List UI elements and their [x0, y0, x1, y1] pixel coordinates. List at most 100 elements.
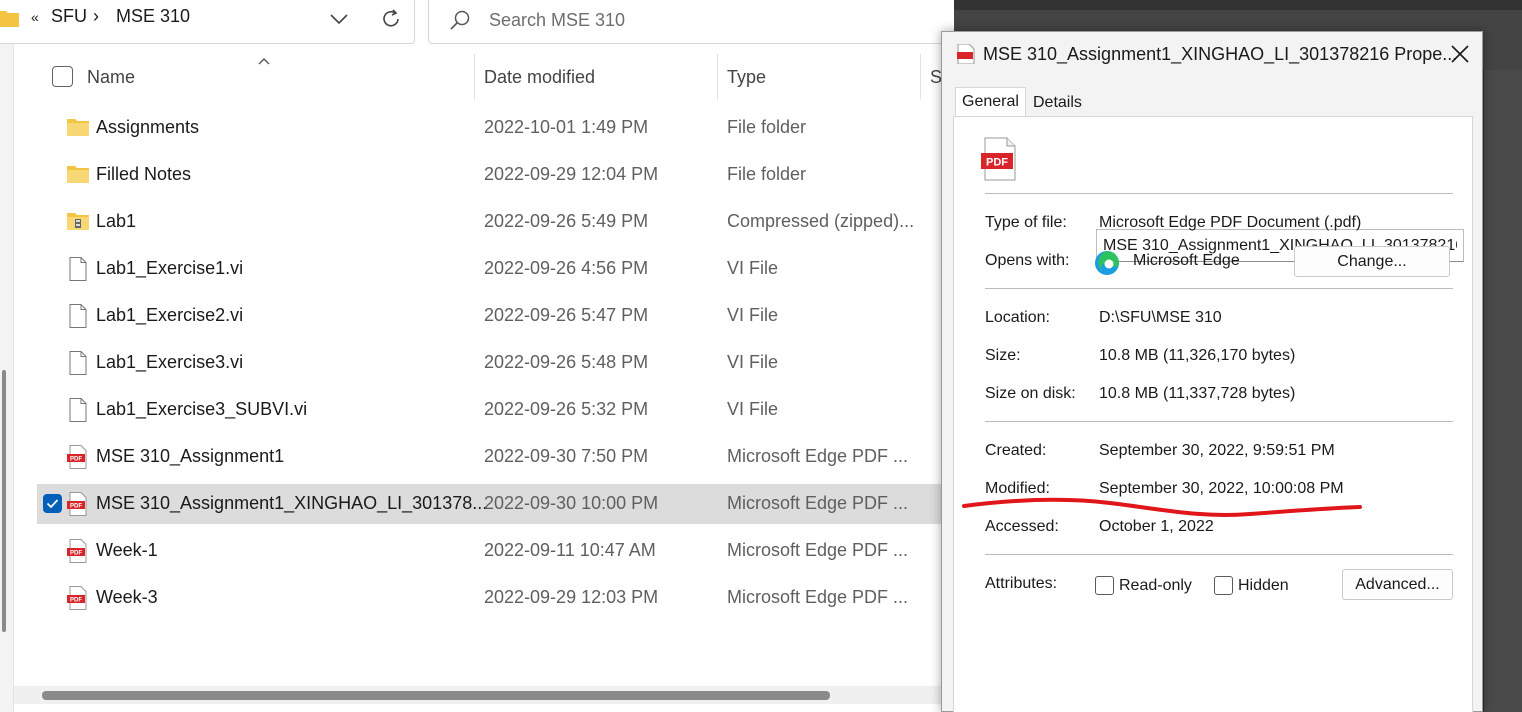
- column-divider[interactable]: [717, 54, 718, 100]
- file-row[interactable]: Lab1_Exercise3_SUBVI.vi 2022-09-26 5:32 P…: [37, 390, 942, 430]
- opens-with-value: Microsoft Edge: [1133, 252, 1240, 269]
- nav-scrollbar[interactable]: [2, 370, 6, 632]
- file-type: VI File: [727, 399, 779, 419]
- attributes-label: Attributes:: [985, 575, 1058, 592]
- chevron-down-icon[interactable]: [329, 12, 349, 26]
- navigation-pane-edge: [0, 44, 14, 712]
- file-icon: [69, 351, 87, 375]
- size-on-disk-label: Size on disk:: [985, 385, 1076, 402]
- scrollbar-thumb[interactable]: [42, 691, 830, 700]
- folder-icon: [67, 119, 89, 136]
- zip-folder-icon: [67, 213, 89, 230]
- created-value: September 30, 2022, 9:59:51 PM: [1099, 442, 1335, 459]
- file-row[interactable]: PDF MSE 310_Assignment1_XINGHAO_LI_301378…: [37, 484, 942, 524]
- svg-text:PDF: PDF: [70, 551, 82, 557]
- change-button[interactable]: Change...: [1294, 246, 1450, 277]
- tab-general[interactable]: General: [955, 87, 1026, 117]
- file-explorer-window: « SFU › MSE 310 Name Date modified Type: [0, 0, 942, 712]
- breadcrumb-separator: ›: [93, 6, 99, 26]
- select-all-checkbox[interactable]: [52, 66, 73, 87]
- file-name: Assignments: [96, 117, 200, 137]
- size-value: 10.8 MB (11,326,170 bytes): [1099, 347, 1296, 364]
- file-icon: [69, 304, 87, 328]
- refresh-icon[interactable]: [379, 7, 403, 31]
- file-name: MSE 310_Assignment1: [96, 446, 285, 466]
- file-date-modified: 2022-09-26 5:47 PM: [484, 305, 649, 325]
- hidden-checkbox[interactable]: [1214, 576, 1233, 595]
- properties-dialog: MSE 310_Assignment1_XINGHAO_LI_301378216…: [941, 31, 1483, 712]
- tab-details[interactable]: Details: [1027, 90, 1088, 117]
- pdf-icon: PDF: [67, 492, 87, 516]
- file-row[interactable]: Assignments 2022-10-01 1:49 PM File folder: [37, 108, 942, 148]
- pdf-icon: PDF: [67, 586, 87, 610]
- column-name[interactable]: Name: [87, 67, 135, 88]
- column-header: Name Date modified Type Si: [14, 54, 942, 100]
- file-date-modified: 2022-09-30 10:00 PM: [484, 493, 659, 513]
- file-name: Lab1: [96, 211, 137, 231]
- size-on-disk-value: 10.8 MB (11,337,728 bytes): [1099, 385, 1296, 402]
- file-row[interactable]: Lab1 2022-09-26 5:49 PM Compressed (zipped…: [37, 202, 942, 242]
- column-date-modified[interactable]: Date modified: [484, 67, 595, 88]
- file-date-modified: 2022-09-26 4:56 PM: [484, 258, 649, 278]
- separator: [985, 421, 1453, 422]
- accessed-label: Accessed:: [985, 518, 1059, 535]
- file-row[interactable]: PDF Week-3 2022-09-29 12:03 PM Microsoft Ed…: [37, 578, 942, 618]
- sort-ascending-icon: [258, 58, 270, 65]
- file-row[interactable]: Filled Notes 2022-09-29 12:04 PM File fold…: [37, 155, 942, 195]
- read-only-checkbox[interactable]: [1095, 576, 1114, 595]
- row-checkbox[interactable]: [43, 494, 62, 513]
- breadcrumb-sfu[interactable]: SFU: [51, 6, 87, 27]
- file-row[interactable]: PDF Week-1 2022-09-11 10:47 AM Microsoft Ed…: [37, 531, 942, 571]
- read-only-label[interactable]: Read-only: [1119, 577, 1192, 595]
- file-name: Lab1_Exercise2.vi: [96, 305, 244, 325]
- svg-text:PDF: PDF: [70, 598, 82, 604]
- file-row[interactable]: Lab1_Exercise2.vi 2022-09-26 5:47 PM VI Fi…: [37, 296, 942, 336]
- created-label: Created:: [985, 442, 1047, 459]
- file-row[interactable]: Lab1_Exercise1.vi 2022-09-26 4:56 PM VI Fi…: [37, 249, 942, 289]
- modified-value: September 30, 2022, 10:00:08 PM: [1099, 480, 1344, 497]
- file-type: Microsoft Edge PDF ...: [727, 540, 909, 560]
- type-of-file-label: Type of file:: [985, 214, 1067, 231]
- modified-label: Modified:: [985, 480, 1050, 497]
- pdf-icon: [957, 44, 975, 64]
- file-row[interactable]: Lab1_Exercise3.vi 2022-09-26 5:48 PM VI Fi…: [37, 343, 942, 383]
- background-scrollbar: [1484, 70, 1522, 712]
- address-bar[interactable]: « SFU › MSE 310: [0, 0, 415, 44]
- folder-icon: [0, 11, 19, 27]
- file-icon: [69, 398, 87, 422]
- file-type: VI File: [727, 352, 779, 372]
- advanced-button[interactable]: Advanced...: [1342, 569, 1453, 600]
- file-type: VI File: [727, 305, 779, 325]
- svg-text:PDF: PDF: [70, 457, 82, 463]
- background-strip: [954, 0, 1522, 10]
- file-type: VI File: [727, 258, 779, 278]
- file-date-modified: 2022-09-26 5:49 PM: [484, 211, 649, 231]
- column-divider[interactable]: [474, 54, 475, 100]
- search-input[interactable]: [489, 7, 909, 33]
- column-divider[interactable]: [920, 54, 921, 100]
- hidden-label[interactable]: Hidden: [1238, 577, 1289, 595]
- separator: [985, 288, 1453, 289]
- column-type[interactable]: Type: [727, 67, 766, 88]
- file-row[interactable]: PDF MSE 310_Assignment1 2022-09-30 7:50 PM…: [37, 437, 942, 477]
- file-date-modified: 2022-10-01 1:49 PM: [484, 117, 649, 137]
- file-name: Week-3: [96, 587, 158, 607]
- pdf-icon: PDF: [67, 539, 87, 563]
- file-type: File folder: [727, 164, 807, 184]
- breadcrumb-overflow[interactable]: «: [31, 9, 39, 25]
- dialog-title: MSE 310_Assignment1_XINGHAO_LI_301378216…: [983, 44, 1458, 64]
- file-name: Filled Notes: [96, 164, 192, 184]
- horizontal-scrollbar[interactable]: [14, 686, 942, 704]
- file-name: Lab1_Exercise3_SUBVI.vi: [96, 399, 308, 419]
- file-type: File folder: [727, 117, 807, 137]
- breadcrumb-current[interactable]: MSE 310: [116, 6, 190, 27]
- close-icon[interactable]: [1446, 40, 1474, 68]
- opens-with-label: Opens with:: [985, 252, 1070, 269]
- file-icon: [69, 257, 87, 281]
- separator: [985, 193, 1453, 194]
- file-date-modified: 2022-09-26 5:32 PM: [484, 399, 649, 419]
- svg-text:PDF: PDF: [70, 504, 82, 510]
- file-type: Microsoft Edge PDF ...: [727, 493, 909, 513]
- search-box[interactable]: [428, 0, 942, 44]
- pdf-icon: PDF: [67, 445, 87, 469]
